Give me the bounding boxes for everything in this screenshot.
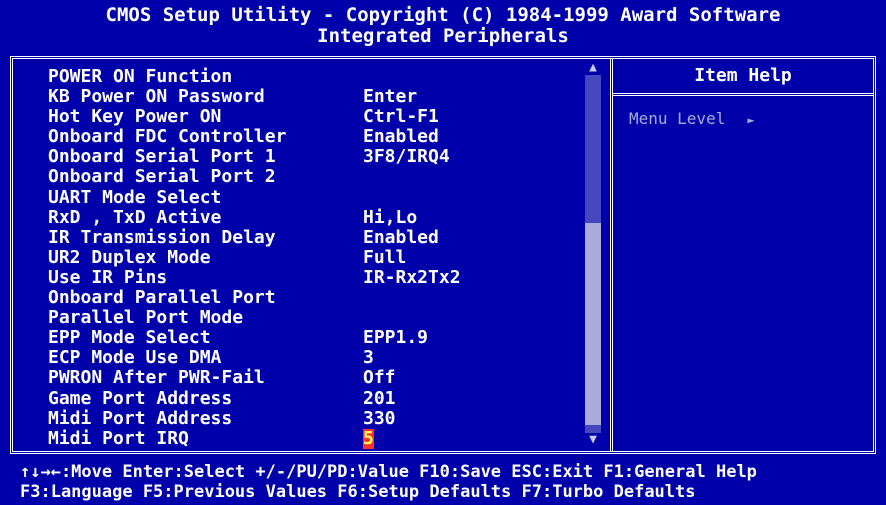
setting-label: UR2 Duplex Mode — [48, 246, 211, 268]
key-help-line-2: F3:Language F5:Previous Values F6:Setup … — [20, 482, 696, 502]
scroll-up-icon[interactable]: ▲ — [585, 61, 601, 75]
setting-label: Midi Port IRQ — [48, 427, 189, 449]
setting-label: Use IR Pins — [48, 266, 168, 288]
setting-value[interactable]: Full — [363, 247, 406, 268]
setting-label: Parallel Port Mode — [48, 307, 244, 329]
setting-label: POWER ON Function — [48, 66, 233, 87]
menu-level: Menu Level ► — [629, 109, 755, 130]
scrollbar-thumb[interactable] — [585, 223, 601, 425]
scrollbar[interactable]: ▲ ▼ — [582, 59, 604, 451]
menu-level-arrow-icon: ► — [747, 113, 755, 127]
setting-value[interactable]: Enabled — [363, 227, 439, 248]
scroll-down-icon[interactable]: ▼ — [585, 433, 601, 447]
main-frame: POWER ON Function KB Power ON Password Ent… — [10, 56, 876, 454]
setting-value[interactable]: 201 — [363, 388, 396, 409]
setting-value[interactable]: Enter — [363, 87, 417, 107]
item-help-title: Item Help — [694, 65, 792, 86]
setting-value[interactable]: 3F8/IRQ4 — [363, 147, 450, 167]
setting-label: Midi Port Address — [48, 407, 233, 429]
setting-label: IR Transmission Delay — [48, 226, 276, 248]
setting-label: Onboard Serial Port 1 — [48, 146, 276, 168]
key-help-line-1: ↑↓→←:Move Enter:Select +/-/PU/PD:Value F… — [20, 462, 757, 482]
setting-label: Hot Key Power ON — [48, 106, 222, 128]
setting-label: EPP Mode Select — [48, 327, 211, 349]
setting-label: RxD , TxD Active — [48, 206, 222, 228]
setting-value-selected[interactable]: 5 — [363, 428, 374, 449]
setting-label: Onboard Serial Port 2 — [48, 166, 276, 188]
setting-label: Game Port Address — [48, 387, 233, 409]
setting-value[interactable]: Ctrl-F1 — [363, 107, 439, 127]
help-separator — [613, 93, 873, 96]
page-title: Integrated Peripherals — [317, 25, 569, 47]
setting-label: ECP Mode Use DMA — [48, 347, 222, 369]
setting-value[interactable]: Hi,Lo — [363, 207, 417, 228]
setting-label: Onboard FDC Controller — [48, 126, 287, 148]
setting-value[interactable]: Off — [363, 368, 396, 388]
setting-value[interactable]: IR-Rx2Tx2 — [363, 267, 461, 288]
setting-label: PWRON After PWR-Fail — [48, 367, 265, 389]
setting-label: KB Power ON Password — [48, 86, 265, 108]
setting-label: UART Mode Select — [48, 186, 222, 208]
app-title: CMOS Setup Utility - Copyright (C) 1984-… — [105, 4, 781, 26]
setting-value[interactable]: Enabled — [363, 127, 439, 147]
setting-label: Onboard Parallel Port — [48, 287, 276, 309]
setting-value[interactable]: 330 — [363, 408, 396, 429]
setting-value[interactable]: 3 — [363, 348, 374, 368]
menu-level-label: Menu Level — [629, 109, 726, 128]
panel-divider — [610, 59, 616, 451]
title-bar: CMOS Setup Utility - Copyright (C) 1984-… — [0, 0, 886, 56]
setting-value[interactable]: EPP1.9 — [363, 328, 428, 348]
